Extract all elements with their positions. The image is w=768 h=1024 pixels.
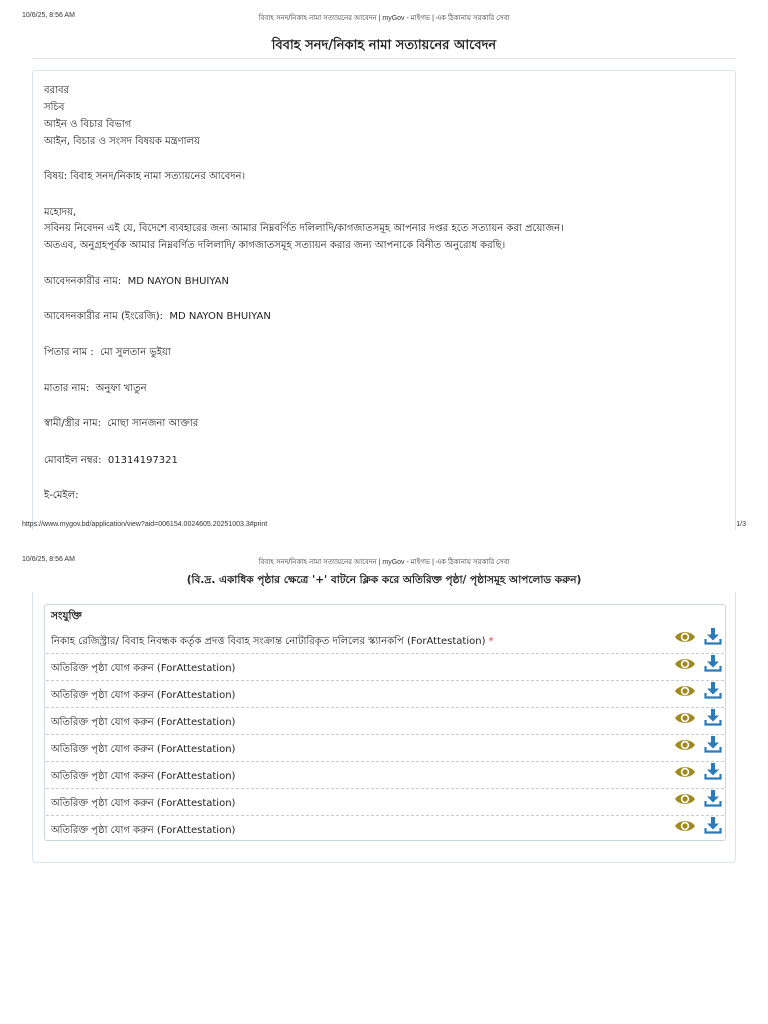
attachment-label: অতিরিক্ত পৃষ্ঠা যোগ করুন (ForAttestation…: [51, 715, 235, 732]
field-value: MD NAYON BHUIYAN: [169, 311, 271, 322]
attachments-heading: সংযুক্তি: [51, 610, 82, 622]
download-icon[interactable]: [704, 681, 722, 699]
letter-recipient: সচিব: [44, 102, 65, 113]
letter-ministry: আইন, বিচার ও সংসদ বিষয়ক মন্ত্রণালয়: [44, 136, 200, 147]
print-header: 10/6/25, 8:56 AM বিবাহ সনদ/নিকাহ নামা সত…: [0, 12, 768, 26]
attachment-label: অতিরিক্ত পৃষ্ঠা যোগ করুন (ForAttestation…: [51, 742, 235, 759]
field-value: MD NAYON BHUIYAN: [127, 276, 230, 287]
attachment-label: নিকাহ রেজিস্ট্রার/ বিবাহ নিবন্ধক কর্তৃক …: [51, 634, 493, 651]
field-label: মোবাইল নম্বর:: [44, 455, 102, 466]
attachment-label: অতিরিক্ত পৃষ্ঠা যোগ করুন (ForAttestation…: [51, 796, 235, 813]
attachment-label-text: অতিরিক্ত পৃষ্ঠা যোগ করুন (ForAttestation…: [51, 825, 236, 836]
mother-name-field: মাতার নাম: অনুফা খাতুন: [44, 382, 147, 396]
print-page-title: বিবাহ সনদ/নিকাহ নামা সত্যায়নের আবেদন | …: [258, 559, 510, 566]
spouse-name-field: স্বামী/স্ত্রীর নাম: মোছা সানজনা আক্তার: [44, 417, 198, 431]
attachment-row: অতিরিক্ত পৃষ্ঠা যোগ করুন (ForAttestation…: [46, 681, 724, 708]
download-icon[interactable]: [704, 654, 722, 672]
attachment-label: অতিরিক্ত পৃষ্ঠা যোগ করুন (ForAttestation…: [51, 688, 235, 705]
required-marker: *: [488, 636, 494, 647]
attachment-label: অতিরিক্ত পৃষ্ঠা যোগ করুন (ForAttestation…: [51, 769, 235, 786]
attachment-label-text: অতিরিক্ত পৃষ্ঠা যোগ করুন (ForAttestation…: [51, 690, 236, 701]
view-eye-icon[interactable]: [674, 764, 696, 780]
attachment-row: অতিরিক্ত পৃষ্ঠা যোগ করুন (ForAttestation…: [46, 654, 724, 681]
attachment-row: অতিরিক্ত পৃষ্ঠা যোগ করুন (ForAttestation…: [46, 816, 724, 843]
attachment-row: নিকাহ রেজিস্ট্রার/ বিবাহ নিবন্ধক কর্তৃক …: [46, 627, 724, 654]
field-value: মো সুলতান ভুইয়া: [100, 347, 171, 358]
attachment-row: অতিরিক্ত পৃষ্ঠা যোগ করুন (ForAttestation…: [46, 762, 724, 789]
field-value: 01314197321: [107, 455, 178, 466]
attachment-row: অতিরিক্ত পৃষ্ঠা যোগ করুন (ForAttestation…: [46, 735, 724, 762]
field-label: ই-মেইল:: [44, 490, 79, 501]
download-icon[interactable]: [704, 735, 722, 753]
print-page-title: বিবাহ সনদ/নিকাহ নামা সত্যায়নের আবেদন | …: [258, 15, 510, 22]
download-icon[interactable]: [704, 708, 722, 726]
attachment-label: অতিরিক্ত পৃষ্ঠা যোগ করুন (ForAttestation…: [51, 823, 235, 840]
letter-to-line: বরাবর: [44, 85, 70, 96]
attachment-label-text: অতিরিক্ত পৃষ্ঠা যোগ করুন (ForAttestation…: [51, 798, 236, 809]
download-icon[interactable]: [704, 762, 722, 780]
letter-body-1: সবিনয় নিবেদন এই যে, বিদেশে ব্যবহারের জন…: [44, 223, 564, 234]
view-eye-icon[interactable]: [674, 656, 696, 672]
letter-subject: বিষয়: বিবাহ সনদ/নিকাহ নামা সত্যায়নের আ…: [44, 171, 246, 182]
print-footer: https://www.mygov.bd/application/view?ai…: [0, 521, 768, 533]
print-url: https://www.mygov.bd/application/view?ai…: [22, 521, 268, 528]
attachment-label-text: অতিরিক্ত পৃষ্ঠা যোগ করুন (ForAttestation…: [51, 717, 236, 728]
title-divider: [32, 58, 736, 59]
field-label: আবেদনকারীর নাম:: [44, 276, 122, 287]
view-eye-icon[interactable]: [674, 791, 696, 807]
print-header-page-2: 10/6/25, 8:56 AM বিবাহ সনদ/নিকাহ নামা সত…: [0, 556, 768, 570]
attachment-row: অতিরিক্ত পৃষ্ঠা যোগ করুন (ForAttestation…: [46, 789, 724, 816]
attachment-label-text: অতিরিক্ত পৃষ্ঠা যোগ করুন (ForAttestation…: [51, 744, 236, 755]
field-label: আবেদনকারীর নাম (ইংরেজি):: [44, 311, 164, 322]
applicant-name-english-field: আবেদনকারীর নাম (ইংরেজি): MD NAYON BHUIYA…: [44, 310, 271, 324]
download-icon[interactable]: [704, 816, 722, 834]
print-page-number: 1/3: [736, 521, 746, 528]
attachment-label-text: অতিরিক্ত পৃষ্ঠা যোগ করুন (ForAttestation…: [51, 663, 236, 674]
attachment-label: অতিরিক্ত পৃষ্ঠা যোগ করুন (ForAttestation…: [51, 661, 235, 678]
letter-division: আইন ও বিচার বিভাগ: [44, 119, 132, 130]
field-label: পিতার নাম :: [44, 347, 94, 358]
father-name-field: পিতার নাম : মো সুলতান ভুইয়া: [44, 346, 171, 360]
field-value: অনুফা খাতুন: [95, 383, 147, 394]
email-field: ই-মেইল:: [44, 489, 85, 503]
view-eye-icon[interactable]: [674, 818, 696, 834]
view-eye-icon[interactable]: [674, 629, 696, 645]
field-label: স্বামী/স্ত্রীর নাম:: [44, 418, 101, 429]
letter-salutation: মহোদয়,: [44, 207, 77, 218]
download-icon[interactable]: [704, 789, 722, 807]
view-eye-icon[interactable]: [674, 710, 696, 726]
attachment-label-text: নিকাহ রেজিস্ট্রার/ বিবাহ নিবন্ধক কর্তৃক …: [51, 636, 486, 647]
mobile-number-field: মোবাইল নম্বর: 01314197321: [44, 454, 178, 468]
field-label: মাতার নাম:: [44, 383, 90, 394]
page-title: বিবাহ সনদ/নিকাহ নামা সত্যায়নের আবেদন: [271, 38, 497, 53]
view-eye-icon[interactable]: [674, 683, 696, 699]
field-value: মোছা সানজনা আক্তার: [107, 418, 199, 429]
attachment-row: অতিরিক্ত পৃষ্ঠা যোগ করুন (ForAttestation…: [46, 708, 724, 735]
attachment-label-text: অতিরিক্ত পৃষ্ঠা যোগ করুন (ForAttestation…: [51, 771, 236, 782]
applicant-name-field: আবেদনকারীর নাম: MD NAYON BHUIYAN: [44, 275, 229, 289]
upload-note: (বি.দ্র. একাধিক পৃষ্ঠার ক্ষেত্রে '+' বাট…: [186, 574, 582, 586]
view-eye-icon[interactable]: [674, 737, 696, 753]
download-icon[interactable]: [704, 627, 722, 645]
letter-body-2: অতএব, অনুগ্রহপূর্বক আমার নিম্নবর্ণিত দলি…: [44, 240, 506, 251]
